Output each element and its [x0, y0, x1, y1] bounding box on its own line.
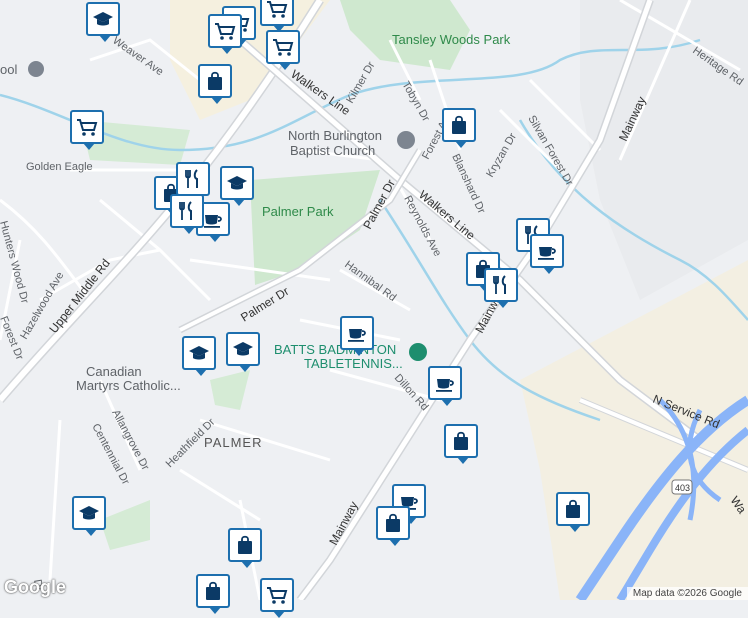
shopping-bag-icon: [453, 431, 469, 451]
google-logo: Google: [4, 577, 66, 597]
map-canvas[interactable]: Tansley Woods Park Walkers Line Kilmer D…: [0, 0, 748, 600]
poi-marker-shopping-cart[interactable]: [260, 0, 294, 32]
school-icon: [189, 346, 209, 360]
fork-knife-icon: [493, 275, 506, 295]
shopping-cart-icon: [272, 39, 293, 57]
school-icon: [233, 342, 253, 356]
poi-marker-shopping-bag[interactable]: [444, 424, 478, 464]
label-upper-middle-rd: Upper Middle Rd: [46, 256, 112, 336]
school-icon: [93, 12, 113, 26]
poi-marker-coffee[interactable]: [340, 316, 374, 356]
sports-poi-icon[interactable]: [409, 343, 427, 361]
coffee-icon: [537, 246, 556, 261]
coffee-icon: [347, 328, 366, 343]
school-poi-icon[interactable]: [28, 61, 44, 77]
map-attribution[interactable]: Map data ©2026 Google: [626, 587, 748, 600]
poi-marker-shopping-bag[interactable]: [442, 108, 476, 148]
shopping-bag-icon: [451, 115, 467, 135]
fork-knife-icon: [185, 169, 198, 189]
label-hunters-wood-dr: Hunters Wood Dr: [0, 220, 31, 305]
label-tobyn-dr: Tobyn Dr: [399, 80, 432, 124]
poi-marker-shopping-cart[interactable]: [266, 30, 300, 70]
fork-knife-icon: [179, 201, 192, 221]
poi-marker-school[interactable]: [220, 166, 254, 206]
poi-marker-shopping-bag[interactable]: [196, 574, 230, 614]
label-silvan-forest-dr: Silvan Forest Dr: [525, 114, 575, 189]
label-blanshard-dr: Blanshard Dr: [449, 152, 487, 216]
poi-marker-fork-knife[interactable]: [170, 194, 204, 234]
church-icon[interactable]: [397, 131, 415, 149]
poi-marker-shopping-bag[interactable]: [198, 64, 232, 104]
poi-marker-shopping-cart[interactable]: [70, 110, 104, 150]
label-north-burlington-2: Baptist Church: [290, 143, 375, 158]
shopping-bag-icon: [205, 581, 221, 601]
label-north-burlington-1: North Burlington: [288, 128, 382, 143]
poi-marker-shopping-bag[interactable]: [376, 506, 410, 546]
school-icon: [227, 176, 247, 190]
label-palmer-park: Palmer Park: [262, 204, 334, 219]
label-kilmer-dr: Kilmer Dr: [344, 60, 377, 106]
label-school-fragment: ool: [0, 62, 17, 77]
poi-marker-fork-knife[interactable]: [484, 268, 518, 308]
label-hwy-403: 403: [675, 483, 690, 493]
label-kryzan-dr: Kryzan Dr: [484, 131, 519, 180]
small-green: [100, 500, 150, 550]
poi-marker-school[interactable]: [72, 496, 106, 536]
label-batts-1: BATTS BADMINTON: [274, 342, 396, 357]
shopping-cart-icon: [214, 23, 235, 41]
poi-marker-shopping-bag[interactable]: [556, 492, 590, 532]
poi-marker-school[interactable]: [86, 2, 120, 42]
label-weaver-ave: Weaver Ave: [110, 35, 165, 79]
label-dillon-rd: Dillon Rd: [392, 372, 431, 413]
shopping-cart-icon: [76, 119, 97, 137]
label-hannibal-rd: Hannibal Rd: [342, 259, 398, 304]
label-golden-eagle: Golden Eagle: [26, 161, 93, 173]
shopping-bag-icon: [385, 513, 401, 533]
shopping-cart-icon: [266, 587, 287, 605]
coffee-icon: [435, 378, 454, 393]
poi-marker-school[interactable]: [226, 332, 260, 372]
shopping-cart-icon: [266, 1, 287, 19]
shopping-bag-icon: [207, 71, 223, 91]
poi-marker-coffee[interactable]: [530, 234, 564, 274]
poi-marker-shopping-cart[interactable]: [260, 578, 294, 618]
poi-marker-fork-knife[interactable]: [176, 162, 210, 202]
poi-marker-shopping-cart[interactable]: [208, 14, 242, 54]
school-icon: [79, 506, 99, 520]
label-canadian-1: Canadian: [86, 364, 142, 379]
label-palmer-area: PALMER: [204, 435, 263, 450]
poi-marker-shopping-bag[interactable]: [228, 528, 262, 568]
label-canadian-2: Martyrs Catholic...: [76, 378, 181, 393]
residential-area-east: [580, 0, 748, 300]
shopping-bag-icon: [565, 499, 581, 519]
label-batts-2: TABLETENNIS...: [304, 356, 403, 371]
school-field: [210, 370, 250, 410]
shopping-bag-icon: [237, 535, 253, 555]
coffee-icon: [203, 214, 222, 229]
poi-marker-school[interactable]: [182, 336, 216, 376]
label-tansley-woods-park: Tansley Woods Park: [392, 32, 511, 47]
poi-marker-coffee[interactable]: [428, 366, 462, 406]
